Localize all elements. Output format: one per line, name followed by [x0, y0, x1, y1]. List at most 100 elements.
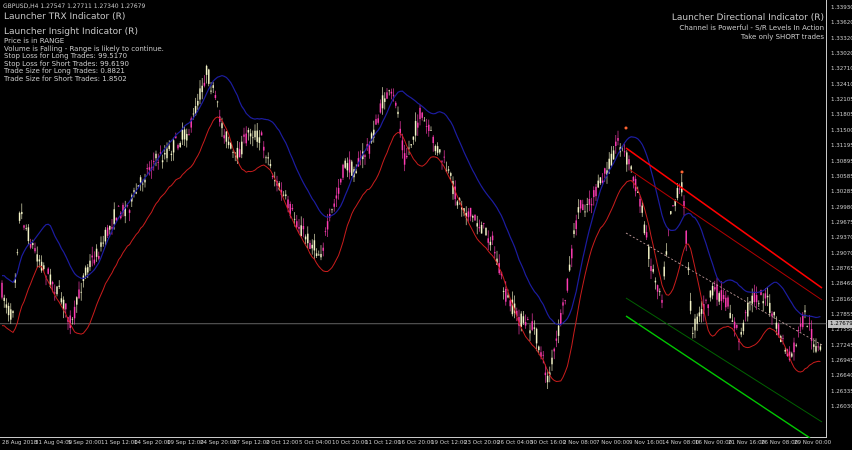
bull-candle — [241, 141, 243, 155]
bear-candle — [203, 82, 206, 86]
bull-candle — [535, 328, 538, 344]
bear-candle — [661, 299, 663, 303]
price-axis-label: 1.29070 — [831, 250, 852, 257]
bull-candle — [450, 173, 452, 176]
price-axis-label: 1.26945 — [831, 358, 852, 365]
bear-candle — [146, 168, 148, 170]
bull-candle — [676, 188, 679, 198]
bull-candle — [729, 312, 731, 319]
bull-candle — [670, 211, 672, 214]
price-axis-label: 1.33020 — [831, 51, 852, 58]
bear-candle — [467, 211, 470, 218]
bull-candle — [711, 286, 714, 296]
bull-candle — [293, 218, 296, 220]
bear-candle — [650, 266, 652, 272]
price-axis-label: 1.30585 — [831, 173, 852, 180]
bull-candle — [139, 177, 142, 183]
bull-candle — [267, 157, 269, 159]
bull-candle — [58, 285, 60, 287]
bull-candle — [252, 137, 254, 139]
price-axis-label: 1.27550 — [831, 327, 852, 334]
bull-candle — [307, 233, 309, 244]
bear-candle — [793, 342, 795, 353]
bull-candle — [806, 325, 808, 327]
bear-candle — [1, 282, 3, 298]
bear-candle — [491, 235, 494, 241]
bear-candle — [419, 107, 421, 120]
bull-candle — [546, 375, 549, 383]
bear-candle — [322, 247, 324, 251]
time-axis-label: 11 Oct 12:00 — [365, 440, 401, 446]
bear-candle — [678, 188, 681, 190]
bull-candle — [447, 169, 450, 171]
bull-candle — [56, 286, 58, 295]
price-axis-label: 1.26030 — [831, 404, 852, 411]
price-axis-label: 1.30895 — [831, 158, 852, 165]
bear-candle — [555, 338, 558, 341]
bull-candle — [694, 318, 696, 331]
bull-candle — [472, 215, 474, 218]
bear-candle — [639, 198, 641, 207]
signal-dot — [624, 126, 628, 130]
bear-candle — [714, 287, 716, 290]
bull-candle — [113, 209, 115, 225]
bull-candle — [313, 240, 316, 251]
bull-candle — [507, 295, 509, 298]
bull-candle — [227, 141, 230, 146]
bear-candle — [263, 146, 265, 151]
bear-candle — [23, 225, 25, 228]
bear-candle — [428, 124, 430, 132]
bull-candle — [197, 100, 199, 106]
bear-candle — [560, 313, 562, 325]
time-axis-label: 19 Oct 12:00 — [431, 440, 467, 446]
bear-candle — [736, 324, 738, 328]
time-axis-label: 26 Oct 04:00 — [497, 440, 533, 446]
price-axis-label: 1.29370 — [831, 235, 852, 242]
bull-candle — [749, 301, 751, 303]
bull-candle — [186, 133, 188, 141]
bull-candle — [109, 226, 111, 230]
bull-candle — [648, 246, 650, 260]
bull-candle — [166, 148, 168, 159]
bear-candle — [243, 134, 245, 137]
bull-candle — [410, 144, 412, 146]
bear-candle — [656, 285, 659, 292]
bull-candle — [164, 152, 166, 155]
bull-candle — [95, 248, 98, 257]
bear-candle — [544, 372, 547, 376]
bear-candle — [524, 322, 527, 326]
directional-indicator-title: Launcher Directional Indicator (R) — [671, 13, 824, 23]
bull-candle — [538, 346, 540, 351]
bull-candle — [256, 130, 258, 142]
bull-candle — [762, 301, 764, 304]
bear-candle — [771, 313, 773, 317]
bull-candle — [25, 228, 27, 230]
bear-candle — [617, 137, 619, 141]
time-axis-label: 29 Nov 00:00 — [794, 440, 832, 446]
time-axis-label: 14 Sep 20:00 — [134, 440, 171, 446]
price-axis-label: 1.31805 — [831, 112, 852, 119]
bull-candle — [221, 123, 223, 129]
bear-candle — [98, 255, 100, 259]
bear-candle — [342, 164, 344, 178]
bull-candle — [643, 224, 646, 234]
directional-channel-line: Channel is Powerful - S/R Levels In Acti… — [679, 24, 824, 32]
bull-candle — [529, 330, 531, 334]
bull-candle — [551, 357, 553, 365]
channel-support-inner-line — [625, 297, 823, 423]
price-axis-label: 1.30285 — [831, 189, 852, 196]
bear-candle — [579, 200, 582, 209]
bear-candle — [73, 306, 76, 319]
channel-support-line — [625, 315, 811, 438]
bear-candle — [478, 227, 481, 229]
bull-candle — [80, 291, 82, 293]
time-axis-label: 10 Oct 20:00 — [332, 440, 368, 446]
price-axis-label: 1.31500 — [831, 127, 852, 134]
time-axis-label: 9 Nov 16:00 — [629, 440, 663, 446]
time-axis-label: 7 Nov 00:00 — [596, 440, 630, 446]
bull-candle — [652, 269, 654, 272]
time-axis-label: 27 Sep 12:00 — [233, 440, 270, 446]
bear-candle — [487, 238, 489, 243]
bull-candle — [813, 344, 815, 347]
bear-candle — [153, 161, 155, 162]
